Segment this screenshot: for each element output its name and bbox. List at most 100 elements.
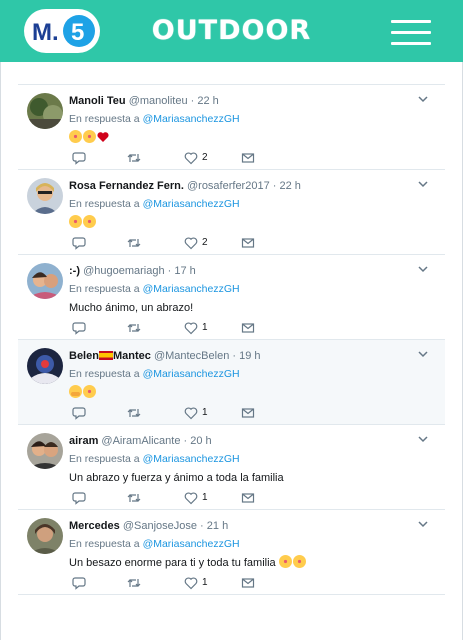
avatar[interactable]	[27, 433, 63, 469]
chevron-down-icon[interactable]	[417, 94, 429, 104]
user-handle[interactable]: @MantecBelen	[154, 350, 229, 362]
envelope-icon	[241, 238, 255, 248]
tweet-header: :-) @hugoemariagh · 17 h	[69, 263, 196, 279]
avatar[interactable]	[27, 178, 63, 214]
face-blowing-kiss-icon	[83, 385, 96, 398]
reply-button[interactable]	[72, 321, 86, 335]
mention-link[interactable]: @MariasanchezzGH	[143, 283, 240, 295]
like-button[interactable]: 1	[184, 406, 208, 420]
tweet-embed: Manoli Teu @manoliteu · 22 h En respuest…	[0, 62, 463, 640]
retweet-button[interactable]	[127, 151, 141, 165]
tweet-actions: 1	[69, 321, 269, 335]
hugging-face-icon	[69, 385, 82, 398]
mention-link[interactable]: @MariasanchezzGH	[143, 113, 240, 125]
separator-dot: ·	[272, 180, 277, 192]
tweet[interactable]: :-) @hugoemariagh · 17 h En respuesta a …	[18, 255, 445, 340]
user-handle[interactable]: @AiramAlicante	[101, 435, 180, 447]
retweet-button[interactable]	[127, 491, 141, 505]
direct-message-button[interactable]	[241, 236, 255, 250]
avatar[interactable]	[27, 263, 63, 299]
envelope-icon	[241, 153, 255, 163]
like-button[interactable]: 1	[184, 491, 208, 505]
retweet-button[interactable]	[127, 321, 141, 335]
reply-button[interactable]	[72, 406, 86, 420]
chevron-down-icon[interactable]	[417, 264, 429, 274]
tweet[interactable]: Belen Mantec @MantecBelen · 19 h En respu…	[18, 340, 445, 425]
tweet-text	[69, 385, 97, 401]
tweet-actions: 1	[69, 406, 269, 420]
reply-button[interactable]	[72, 491, 86, 505]
tweet[interactable]: Mercedes @SanjoseJose · 21 h En respuest…	[18, 510, 445, 595]
reply-button[interactable]	[72, 151, 86, 165]
envelope-icon	[241, 408, 255, 418]
reply-context: En respuesta a @MariasanchezzGH	[69, 537, 240, 551]
user-name[interactable]: Rosa Fernandez Fern.	[69, 180, 184, 192]
chevron-down-icon[interactable]	[417, 179, 429, 189]
mention-link[interactable]: @MariasanchezzGH	[143, 453, 240, 465]
timestamp[interactable]: 17 h	[174, 265, 195, 277]
retweet-icon	[127, 409, 141, 417]
direct-message-button[interactable]	[241, 406, 255, 420]
like-button[interactable]: 2	[184, 236, 208, 250]
timestamp[interactable]: 22 h	[197, 95, 218, 107]
avatar[interactable]	[27, 518, 63, 554]
reply-prefix: En respuesta a	[69, 453, 140, 465]
spain-flag-icon	[98, 351, 113, 360]
tweet-text: Un abrazo y fuerza y ánimo a toda la fam…	[69, 470, 284, 486]
direct-message-button[interactable]	[241, 576, 255, 590]
timestamp[interactable]: 20 h	[190, 435, 211, 447]
face-blowing-kiss-icon	[83, 215, 96, 228]
user-name[interactable]: airam	[69, 435, 98, 447]
retweet-button[interactable]	[127, 576, 141, 590]
avatar[interactable]	[27, 93, 63, 129]
reply-prefix: En respuesta a	[69, 368, 140, 380]
hamburger-menu-icon[interactable]	[391, 20, 431, 45]
heart-icon	[184, 237, 198, 250]
user-handle[interactable]: @hugoemariagh	[83, 265, 165, 277]
timestamp[interactable]: 19 h	[239, 350, 260, 362]
user-name[interactable]: Mercedes	[69, 520, 120, 532]
tweet-actions: 2	[69, 236, 269, 250]
tweet-header: Manoli Teu @manoliteu · 22 h	[69, 93, 219, 109]
reply-icon	[72, 492, 86, 505]
like-count: 2	[202, 237, 208, 248]
user-handle[interactable]: @SanjoseJose	[123, 520, 197, 532]
face-blowing-kiss-icon	[69, 215, 82, 228]
chevron-down-icon[interactable]	[417, 349, 429, 359]
like-button[interactable]: 1	[184, 321, 208, 335]
reply-button[interactable]	[72, 576, 86, 590]
tweet-body: Un abrazo y fuerza y ánimo a toda la fam…	[69, 472, 284, 484]
user-name[interactable]: Manoli Teu	[69, 95, 126, 107]
timestamp[interactable]: 21 h	[207, 520, 228, 532]
chevron-down-icon[interactable]	[417, 519, 429, 529]
like-count: 1	[202, 322, 208, 333]
tweet[interactable]: Rosa Fernandez Fern. @rosaferfer2017 · 2…	[18, 170, 445, 255]
direct-message-button[interactable]	[241, 151, 255, 165]
direct-message-button[interactable]	[241, 321, 255, 335]
separator-dot: ·	[167, 265, 172, 277]
retweet-button[interactable]	[127, 236, 141, 250]
mention-link[interactable]: @MariasanchezzGH	[143, 368, 240, 380]
user-name[interactable]: Belen Mantec	[69, 350, 151, 362]
mention-link[interactable]: @MariasanchezzGH	[143, 538, 240, 550]
reply-button[interactable]	[72, 236, 86, 250]
user-name[interactable]: :-)	[69, 265, 80, 277]
reply-prefix: En respuesta a	[69, 283, 140, 295]
mention-link[interactable]: @MariasanchezzGH	[143, 198, 240, 210]
direct-message-button[interactable]	[241, 491, 255, 505]
face-blowing-kiss-icon	[83, 130, 96, 143]
retweet-button[interactable]	[127, 406, 141, 420]
tweet[interactable]: airam @AiramAlicante · 20 h En respuesta…	[18, 425, 445, 510]
timestamp[interactable]: 22 h	[280, 180, 301, 192]
tweet[interactable]: Manoli Teu @manoliteu · 22 h En respuest…	[18, 85, 445, 170]
avatar[interactable]	[27, 348, 63, 384]
kissing-face-icon	[278, 555, 292, 568]
like-button[interactable]: 2	[184, 151, 208, 165]
chevron-down-icon[interactable]	[417, 434, 429, 444]
like-button[interactable]: 1	[184, 576, 208, 590]
tweet-text: Mucho ánimo, un abrazo!	[69, 300, 193, 316]
user-handle[interactable]: @manoliteu	[129, 95, 188, 107]
retweet-icon	[127, 494, 141, 502]
tweet-text	[69, 130, 110, 146]
user-handle[interactable]: @rosaferfer2017	[187, 180, 270, 192]
